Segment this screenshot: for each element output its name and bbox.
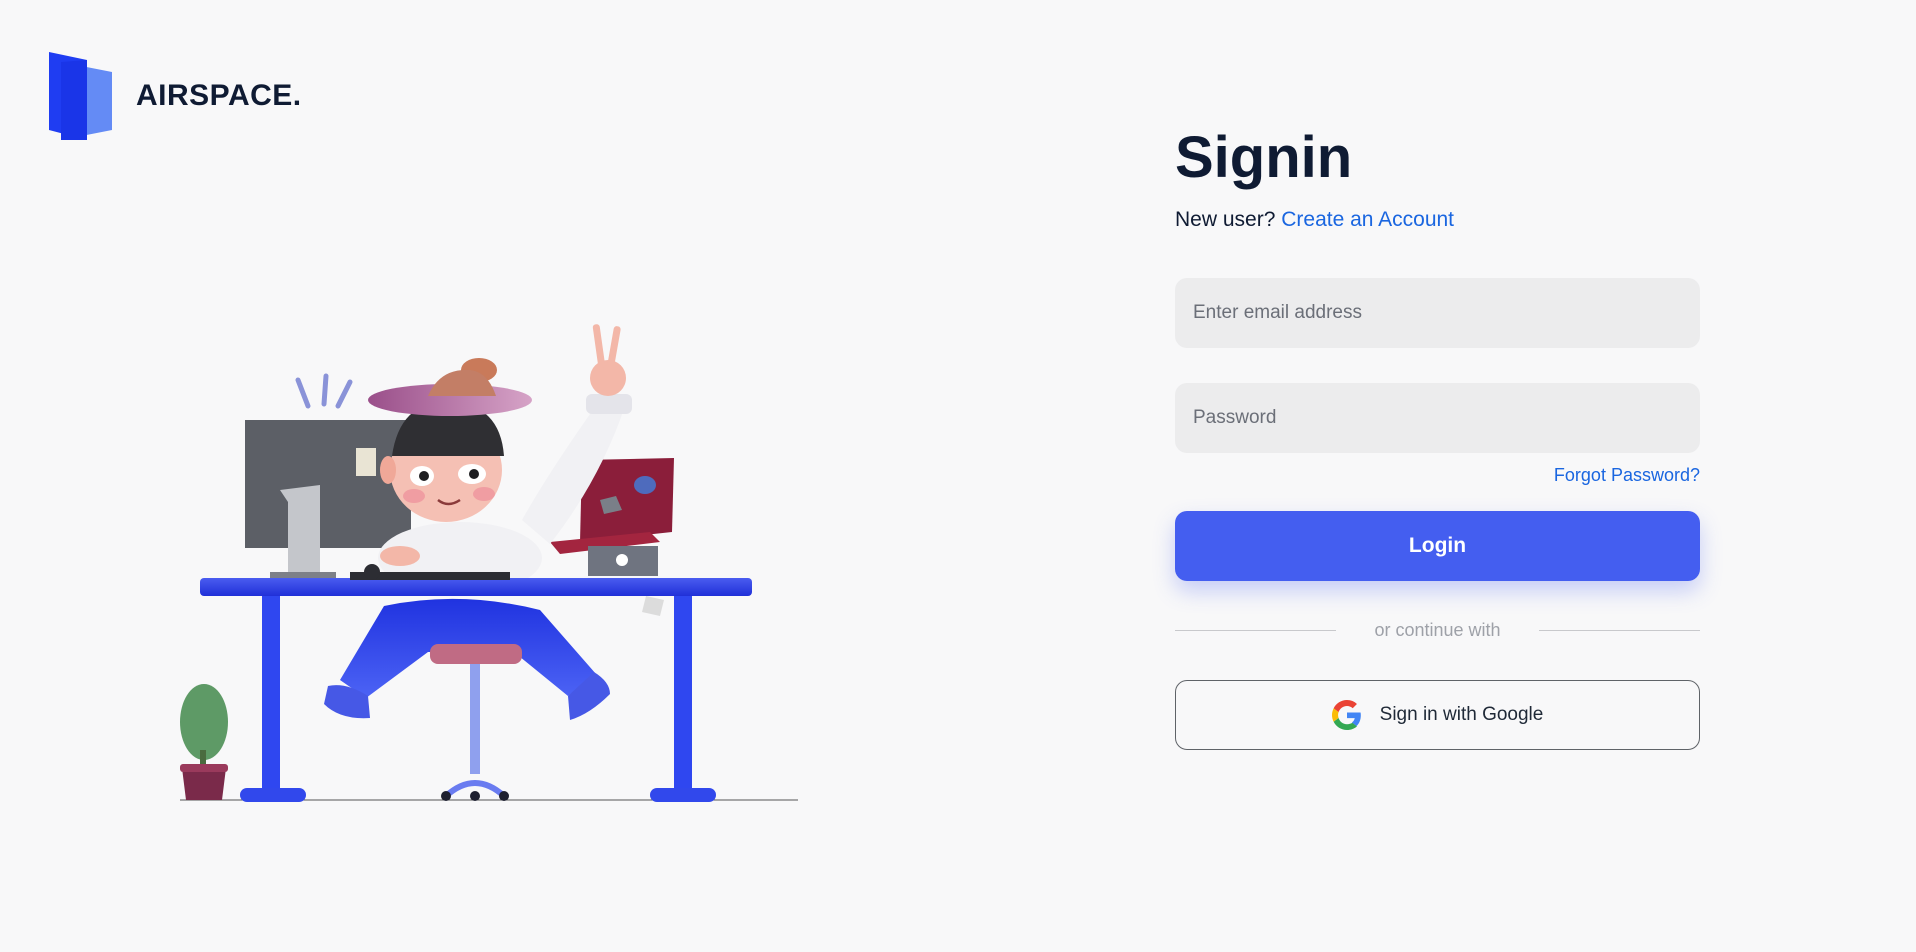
create-account-link[interactable]: Create an Account [1281,208,1454,231]
forgot-password-row: Forgot Password? [1175,465,1700,486]
airspace-logo-icon [49,52,112,140]
new-user-row: New user? Create an Account [1175,208,1700,232]
divider-line-left [1175,629,1337,631]
brand: AIRSPACE. [49,52,302,140]
person-at-desk-illustration [180,324,798,802]
divider-text: or continue with [1374,619,1501,640]
password-field[interactable] [1175,383,1700,453]
forgot-password-link[interactable]: Forgot Password? [1554,465,1700,485]
page-title: Signin [1175,125,1353,190]
divider: or continue with [1175,617,1701,643]
login-button[interactable]: Login [1175,511,1700,581]
google-icon [1331,700,1361,730]
brand-name: AIRSPACE. [136,79,302,112]
email-field[interactable] [1175,278,1700,348]
new-user-text: New user? [1175,208,1276,231]
google-button-label: Sign in with Google [1379,704,1544,725]
divider-line-right [1538,629,1701,631]
signin-panel: Signin New user? Create an Account Forgo… [1175,122,1701,750]
google-signin-button[interactable]: Sign in with Google [1175,680,1700,750]
